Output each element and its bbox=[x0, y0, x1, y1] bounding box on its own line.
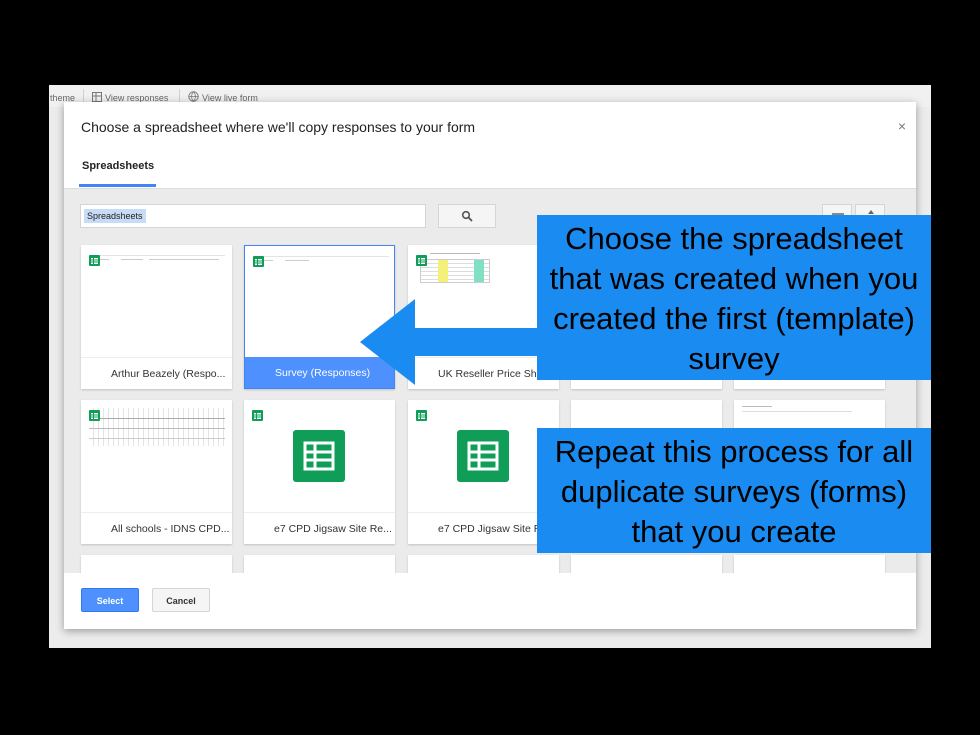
arrow-shaft bbox=[412, 328, 538, 356]
file-card[interactable] bbox=[408, 555, 559, 573]
file-card[interactable] bbox=[734, 555, 885, 573]
callout-repeat: Repeat this process for all duplicate su… bbox=[537, 428, 931, 553]
file-thumbnail bbox=[81, 400, 232, 513]
file-card[interactable]: e7 CPD Jigsaw Site Re... bbox=[244, 400, 395, 544]
file-card[interactable] bbox=[244, 555, 395, 573]
file-card[interactable] bbox=[81, 555, 232, 573]
table-icon bbox=[92, 92, 102, 102]
file-name: Arthur Beazely (Respo... bbox=[111, 368, 226, 380]
sheets-icon bbox=[416, 410, 427, 421]
sheets-icon bbox=[89, 410, 100, 421]
file-card[interactable] bbox=[571, 555, 722, 573]
search-button[interactable] bbox=[438, 204, 496, 228]
sheets-icon bbox=[252, 410, 263, 421]
select-button[interactable]: Select bbox=[81, 588, 139, 612]
close-icon[interactable]: × bbox=[898, 118, 906, 134]
file-name: All schools - IDNS CPD... bbox=[111, 523, 230, 535]
cancel-button[interactable]: Cancel bbox=[152, 588, 210, 612]
file-thumbnail bbox=[81, 245, 232, 358]
search-input[interactable]: Spreadsheets bbox=[80, 204, 426, 228]
arrow-left-icon bbox=[360, 299, 415, 385]
search-query: Spreadsheets bbox=[84, 209, 146, 223]
sheets-icon bbox=[253, 256, 264, 267]
sheets-icon bbox=[293, 430, 345, 482]
search-icon bbox=[461, 210, 473, 222]
file-card[interactable]: Arthur Beazely (Respo... bbox=[81, 245, 232, 389]
sheets-icon bbox=[89, 255, 100, 266]
callout-choose: Choose the spreadsheet that was created … bbox=[537, 215, 931, 380]
sheets-icon bbox=[457, 430, 509, 482]
globe-icon bbox=[188, 91, 199, 102]
file-name: e7 CPD Jigsaw Site Re... bbox=[274, 523, 392, 535]
dialog-title: Choose a spreadsheet where we'll copy re… bbox=[81, 119, 476, 135]
tab-indicator bbox=[79, 184, 156, 187]
file-thumbnail bbox=[244, 400, 395, 513]
tab-spreadsheets[interactable]: Spreadsheets bbox=[82, 160, 154, 172]
file-card[interactable]: All schools - IDNS CPD... bbox=[81, 400, 232, 544]
sheets-icon bbox=[416, 255, 427, 266]
